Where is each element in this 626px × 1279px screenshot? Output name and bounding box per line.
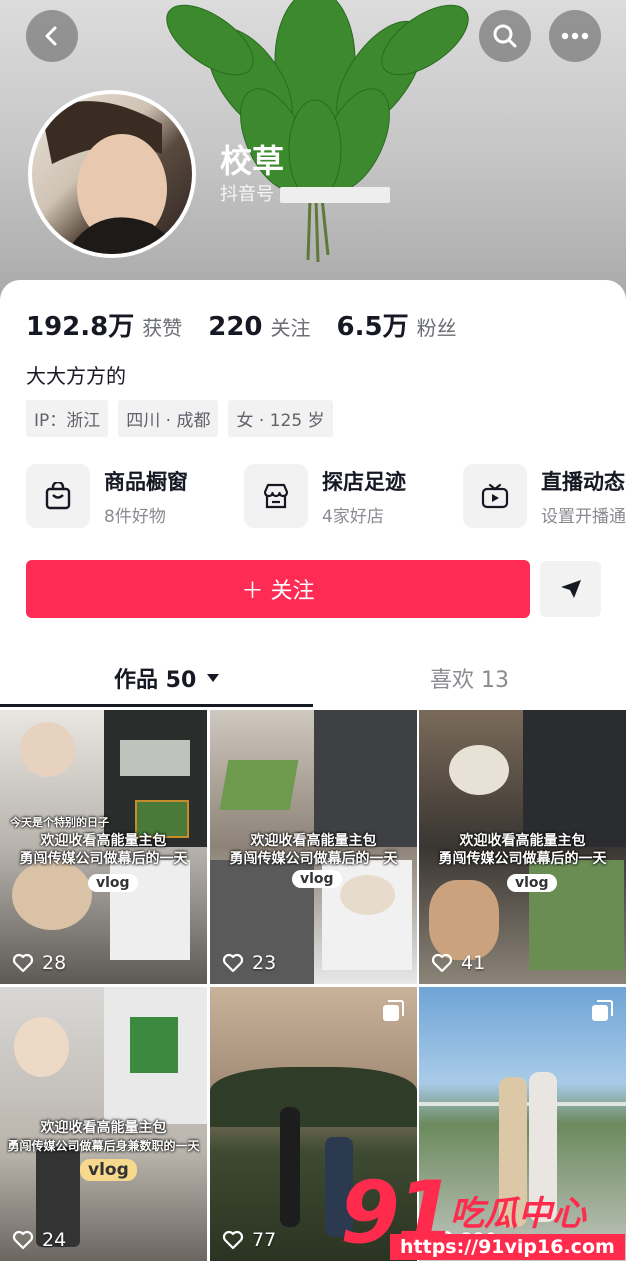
feature-shop-window[interactable]: 商品橱窗 8件好物 <box>26 463 188 529</box>
followers-label: 粉丝 <box>416 316 457 340</box>
video-overlay-title: 欢迎收看高能量主包 <box>250 833 377 849</box>
video-overlay-subtitle: 勇闯传媒公司做幕后身兼数职的一天 <box>7 1139 200 1153</box>
feature-subtitle: 4家好店 <box>322 506 384 527</box>
profile-name: 校草 <box>220 142 285 180</box>
video-thumbnail[interactable]: 今天是个特别的日子 欢迎收看高能量主包 勇闯传媒公司做幕后的一天 vlog 28 <box>0 710 207 984</box>
id-redaction <box>280 187 390 203</box>
search-button[interactable] <box>479 10 531 62</box>
video-thumbnail[interactable]: 欢迎收看高能量主包 勇闯传媒公司做幕后的一天 vlog 23 <box>210 710 417 984</box>
caret-down-icon <box>207 674 220 682</box>
like-count: 28 <box>12 952 66 974</box>
avatar-portrait-image <box>32 101 192 254</box>
like-count: 24 <box>12 1229 66 1251</box>
watermark-text: 吃瓜中心 <box>450 1194 586 1234</box>
video-overlay-title: 欢迎收看高能量主包 <box>40 1120 167 1136</box>
following-label: 关注 <box>270 316 311 340</box>
video-thumbnail[interactable]: 欢迎收看高能量主包 勇闯传媒公司做幕后身兼数职的一天 vlog 24 <box>0 987 207 1261</box>
tag-location: 四川 · 成都 <box>118 400 219 437</box>
multi-image-icon <box>383 1000 404 1021</box>
tab-likes[interactable]: 喜欢 13 <box>430 662 509 694</box>
share-button[interactable] <box>540 561 601 617</box>
like-count-value: 28 <box>42 952 67 974</box>
heart-icon <box>12 953 34 973</box>
feature-store-visits[interactable]: 探店足迹 4家好店 <box>244 463 406 529</box>
send-icon <box>560 580 581 598</box>
like-count-value: 23 <box>252 952 277 974</box>
heart-icon <box>12 1230 34 1250</box>
like-count-value: 41 <box>461 952 486 974</box>
back-button[interactable] <box>26 10 78 62</box>
following-count[interactable]: 220 <box>208 312 262 342</box>
shopping-bag-icon <box>26 464 90 528</box>
like-count: 41 <box>431 952 485 974</box>
tag-ip: IP：浙江 <box>26 400 109 437</box>
stats-row: 192.8万 获赞 220 关注 6.5万 粉丝 <box>26 306 483 343</box>
heart-icon <box>222 953 244 973</box>
vlog-badge: vlog <box>88 874 138 892</box>
more-button[interactable] <box>549 10 601 62</box>
douyin-id[interactable]: 抖音号 <box>220 180 390 206</box>
avatar[interactable] <box>28 90 196 258</box>
video-overlay-subtitle: 勇闯传媒公司做幕后的一天 <box>19 851 188 867</box>
heart-icon <box>222 1230 244 1250</box>
like-count-value: 24 <box>42 1229 67 1251</box>
vlog-badge: vlog <box>80 1159 137 1181</box>
feature-title: 探店足迹 <box>322 469 406 494</box>
video-overlay-subtitle: 勇闯传媒公司做幕后的一天 <box>229 851 398 867</box>
feature-title: 直播动态 <box>541 469 625 494</box>
likes-count[interactable]: 192.8万 <box>26 306 134 343</box>
video-thumbnail[interactable]: 欢迎收看高能量主包 勇闯传媒公司做幕后的一天 vlog 41 <box>419 710 626 984</box>
heart-icon <box>431 953 453 973</box>
video-overlay-title: 欢迎收看高能量主包 <box>40 833 167 849</box>
store-icon <box>244 464 308 528</box>
more-dots-icon <box>561 32 589 40</box>
vlog-badge: vlog <box>292 870 342 888</box>
profile-tags: IP：浙江 四川 · 成都 女 · 125 岁 <box>26 400 333 437</box>
vlog-badge: vlog <box>507 874 557 892</box>
tv-icon <box>463 464 527 528</box>
multi-image-icon <box>592 1000 613 1021</box>
bio-text: 大大方方的 <box>26 364 126 388</box>
search-icon <box>493 24 517 48</box>
like-count-value: 77 <box>252 1229 277 1251</box>
chevron-left-icon <box>45 26 57 46</box>
tag-gender-age: 女 · 125 岁 <box>228 400 333 437</box>
profile-panel: 192.8万 获赞 220 关注 6.5万 粉丝 大大方方的 IP：浙江 四川 · 成… <box>0 280 626 1279</box>
feature-title: 商品橱窗 <box>104 469 188 494</box>
watermark-logo: 91 吃瓜中心 https://91vip16.com <box>340 1168 626 1268</box>
tab-works[interactable]: 作品 50 <box>114 662 220 694</box>
followers-count[interactable]: 6.5万 <box>337 306 409 343</box>
tab-active-indicator <box>0 704 313 707</box>
watermark-url: https://91vip16.com <box>390 1234 625 1260</box>
profile-header: 校草 抖音号 <box>0 0 626 300</box>
cover-plant-image <box>166 0 469 263</box>
video-overlay-subtitle: 勇闯传媒公司做幕后的一天 <box>438 851 607 867</box>
feature-live[interactable]: 直播动态 设置开播通知 <box>463 463 626 529</box>
video-caption-small: 今天是个特别的日子 <box>10 816 109 829</box>
like-count: 23 <box>222 952 276 974</box>
tab-works-label: 作品 50 <box>114 668 197 693</box>
feature-subtitle: 设置开播通知 <box>541 506 626 527</box>
like-count: 77 <box>222 1229 276 1251</box>
video-overlay-title: 欢迎收看高能量主包 <box>459 833 586 849</box>
douyin-id-label: 抖音号 <box>220 184 274 205</box>
follow-button[interactable]: ＋ 关注 <box>26 560 530 618</box>
likes-label: 获赞 <box>142 316 183 340</box>
feature-subtitle: 8件好物 <box>104 506 166 527</box>
